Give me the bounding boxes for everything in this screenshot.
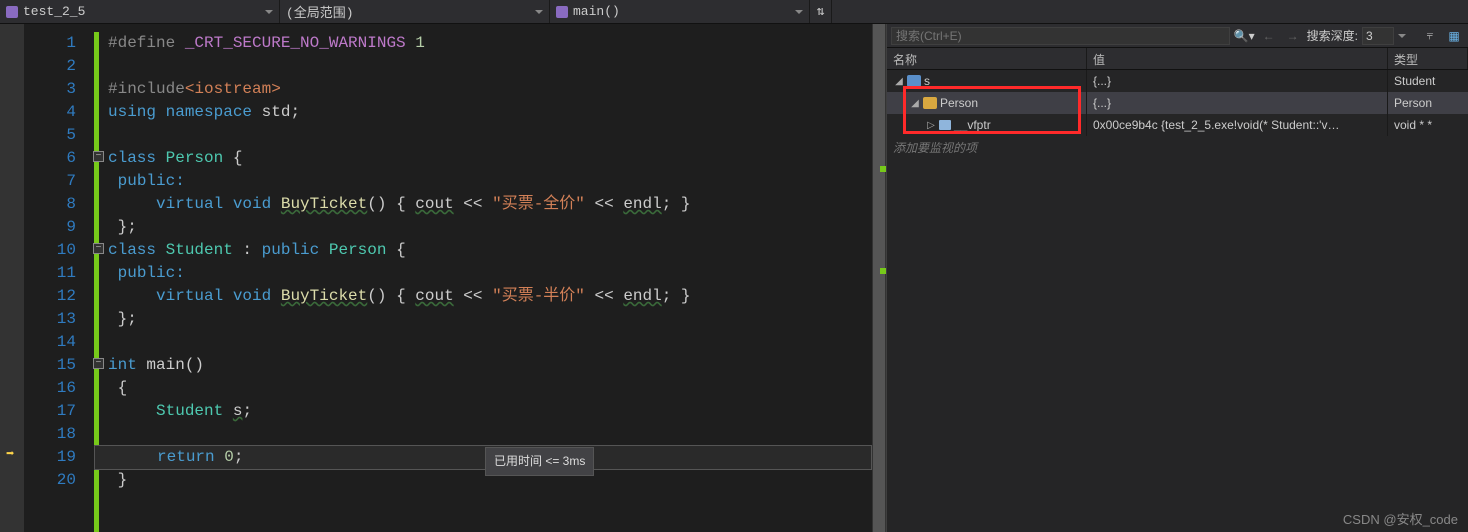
grid-toggle-button[interactable]: ▦ <box>1444 27 1464 45</box>
var-value: 0x00ce9b4c {test_2_5.exe!void(* Student:… <box>1087 114 1388 136</box>
obj-icon <box>907 75 921 87</box>
project-icon <box>6 6 18 18</box>
var-name: __vfptr <box>954 118 991 132</box>
nav-forward-button[interactable]: → <box>1283 27 1303 45</box>
scope-label: (全局范围) <box>286 2 354 21</box>
var-type: void * * <box>1388 114 1468 136</box>
current-line-arrow: ➡ <box>6 446 14 463</box>
line-numbers: 1234567891011121314151617181920 <box>24 24 94 532</box>
chevron-down-icon <box>795 10 803 14</box>
split-button[interactable]: ⇅ <box>810 0 832 23</box>
nav-back-button[interactable]: ← <box>1259 27 1279 45</box>
search-depth-input[interactable] <box>1362 27 1394 45</box>
breakpoint-gutter[interactable]: ➡ <box>0 24 24 532</box>
function-selector[interactable]: main() <box>550 0 810 23</box>
add-watch-placeholder[interactable]: 添加要监视的项 <box>887 136 1468 159</box>
var-value: {...} <box>1087 70 1388 92</box>
chevron-down-icon <box>265 10 273 14</box>
function-icon <box>556 6 568 18</box>
chevron-down-icon <box>1398 34 1406 38</box>
watch-row[interactable]: ▷ __vfptr 0x00ce9b4c {test_2_5.exe!void(* … <box>887 114 1468 136</box>
col-type[interactable]: 类型 <box>1388 48 1468 69</box>
fold-toggle[interactable]: − <box>93 358 104 369</box>
col-value[interactable]: 值 <box>1087 48 1388 69</box>
var-type: Student <box>1388 70 1468 92</box>
watermark: CSDN @安权_code <box>1343 509 1458 528</box>
watch-row[interactable]: ◢ s {...}Student <box>887 70 1468 92</box>
filter-button[interactable]: ⫧ <box>1420 27 1440 45</box>
search-icon[interactable]: 🔍▾ <box>1234 29 1255 43</box>
chevron-down-icon <box>535 10 543 14</box>
var-name: Person <box>940 96 978 110</box>
scope-selector[interactable]: (全局范围) <box>280 0 550 23</box>
editor-scrollbar[interactable] <box>872 24 886 532</box>
watch-header: 名称 值 类型 <box>887 48 1468 70</box>
code-editor[interactable]: ➡ 1234567891011121314151617181920 #defin… <box>0 24 886 532</box>
fold-toggle[interactable]: − <box>93 243 104 254</box>
obj-y-icon <box>923 97 937 109</box>
project-selector[interactable]: test_2_5 <box>0 0 280 23</box>
watch-rows[interactable]: ◢s{...}Student◢Person{...}Person▷__vfptr… <box>887 70 1468 532</box>
watch-panel: 🔍▾ ← → 搜索深度: ⫧ ▦ 名称 值 类型 ◢s{...}Student◢… <box>886 24 1468 532</box>
tree-toggle[interactable]: ◢ <box>894 76 904 86</box>
watch-row[interactable]: ◢Person{...}Person <box>887 92 1468 114</box>
watch-search-input[interactable] <box>891 27 1230 45</box>
project-name: test_2_5 <box>23 4 85 19</box>
col-name[interactable]: 名称 <box>887 48 1087 69</box>
var-value: {...} <box>1087 92 1388 114</box>
var-type: Person <box>1388 92 1468 114</box>
fld-icon <box>939 120 951 130</box>
depth-label: 搜索深度: <box>1307 27 1358 44</box>
fold-toggle[interactable]: − <box>93 151 104 162</box>
function-name: main() <box>573 4 620 19</box>
split-icon: ⇅ <box>817 4 825 19</box>
tree-toggle[interactable]: ◢ <box>910 98 920 108</box>
var-name: s <box>924 74 930 88</box>
tree-toggle[interactable]: ▷ <box>926 120 936 130</box>
